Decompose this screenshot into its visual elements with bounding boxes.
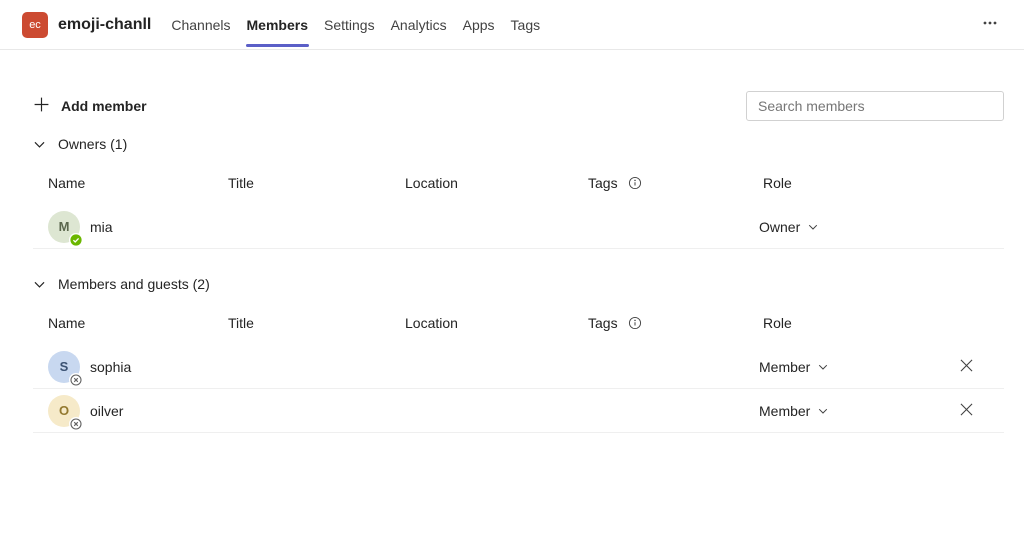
chevron-down-icon <box>807 221 819 233</box>
table-header: Name Title Location Tags Role <box>33 301 1004 345</box>
role-dropdown[interactable]: Owner <box>759 217 819 237</box>
column-header-title: Title <box>228 315 405 331</box>
chevron-down-icon <box>33 138 46 151</box>
remove-member-button[interactable] <box>955 398 978 424</box>
tab-settings[interactable]: Settings <box>316 0 383 49</box>
add-member-button[interactable]: Add member <box>33 94 151 118</box>
member-row: M mia Owner <box>33 205 1004 249</box>
chevron-down-icon <box>817 405 829 417</box>
tab-apps[interactable]: Apps <box>455 0 503 49</box>
close-icon <box>959 358 974 376</box>
role-label: Owner <box>759 219 800 235</box>
member-section: Members and guests (2) Name Title Locati… <box>33 271 1004 433</box>
section-rows: M mia Owner <box>33 205 1004 249</box>
member-row: S sophia Member <box>33 345 1004 389</box>
section-toggle[interactable]: Members and guests (2) <box>33 271 1004 297</box>
tab-tags[interactable]: Tags <box>503 0 549 49</box>
column-header-tags: Tags <box>588 315 763 331</box>
member-section: Owners (1) Name Title Location Tags Role… <box>33 131 1004 249</box>
presence-offline-icon <box>69 417 83 431</box>
member-name: mia <box>90 219 113 235</box>
section-toggle[interactable]: Owners (1) <box>33 131 1004 157</box>
tab-members[interactable]: Members <box>239 0 316 49</box>
avatar: M <box>48 211 80 243</box>
column-header-title: Title <box>228 175 405 191</box>
member-name-cell: O oilver <box>48 395 228 427</box>
role-dropdown[interactable]: Member <box>759 357 829 377</box>
plus-icon <box>33 96 50 116</box>
tab-analytics[interactable]: Analytics <box>383 0 455 49</box>
section-title: Owners (1) <box>58 136 127 152</box>
section-rows: S sophia Member <box>33 345 1004 433</box>
add-member-label: Add member <box>61 98 147 114</box>
tab-channels[interactable]: Channels <box>163 0 238 49</box>
avatar: O <box>48 395 80 427</box>
info-icon[interactable] <box>628 316 642 330</box>
presence-offline-icon <box>69 373 83 387</box>
more-options-button[interactable] <box>976 9 1004 40</box>
member-actions-cell <box>937 354 978 380</box>
column-header-role: Role <box>763 175 937 191</box>
chevron-down-icon <box>33 278 46 291</box>
member-name: sophia <box>90 359 131 375</box>
column-header-tags: Tags <box>588 175 763 191</box>
member-role-cell: Member <box>763 357 937 377</box>
close-icon <box>959 402 974 420</box>
tags-label: Tags <box>588 315 618 331</box>
remove-member-button[interactable] <box>955 354 978 380</box>
search-members-input[interactable] <box>746 91 1004 121</box>
ellipsis-icon <box>982 15 998 34</box>
member-name-cell: M mia <box>48 211 228 243</box>
chevron-down-icon <box>817 361 829 373</box>
page-title: emoji-chanll <box>58 16 151 34</box>
member-name-cell: S sophia <box>48 351 228 383</box>
member-role-cell: Member <box>763 401 937 421</box>
column-header-location: Location <box>405 315 588 331</box>
column-header-name: Name <box>48 315 228 331</box>
column-header-role: Role <box>763 315 937 331</box>
tags-label: Tags <box>588 175 618 191</box>
section-title: Members and guests (2) <box>58 276 210 292</box>
channel-avatar: ec <box>22 12 48 38</box>
role-dropdown[interactable]: Member <box>759 401 829 421</box>
member-row: O oilver Member <box>33 389 1004 433</box>
member-role-cell: Owner <box>763 217 937 237</box>
column-header-name: Name <box>48 175 228 191</box>
members-list: Owners (1) Name Title Location Tags Role… <box>33 131 1004 433</box>
info-icon[interactable] <box>628 176 642 190</box>
table-header: Name Title Location Tags Role <box>33 161 1004 205</box>
members-toolbar: Add member <box>33 91 1004 121</box>
app-header: ec emoji-chanll ChannelsMembersSettingsA… <box>0 0 1024 50</box>
members-panel: Add member Owners (1) Name Title Locatio… <box>0 91 1024 433</box>
channel-members-page: ec emoji-chanll ChannelsMembersSettingsA… <box>0 0 1024 539</box>
member-name: oilver <box>90 403 123 419</box>
column-header-location: Location <box>405 175 588 191</box>
role-label: Member <box>759 403 810 419</box>
role-label: Member <box>759 359 810 375</box>
member-actions-cell <box>937 398 978 424</box>
avatar: S <box>48 351 80 383</box>
tab-bar: ChannelsMembersSettingsAnalyticsAppsTags <box>163 0 548 49</box>
presence-available-icon <box>69 233 83 247</box>
